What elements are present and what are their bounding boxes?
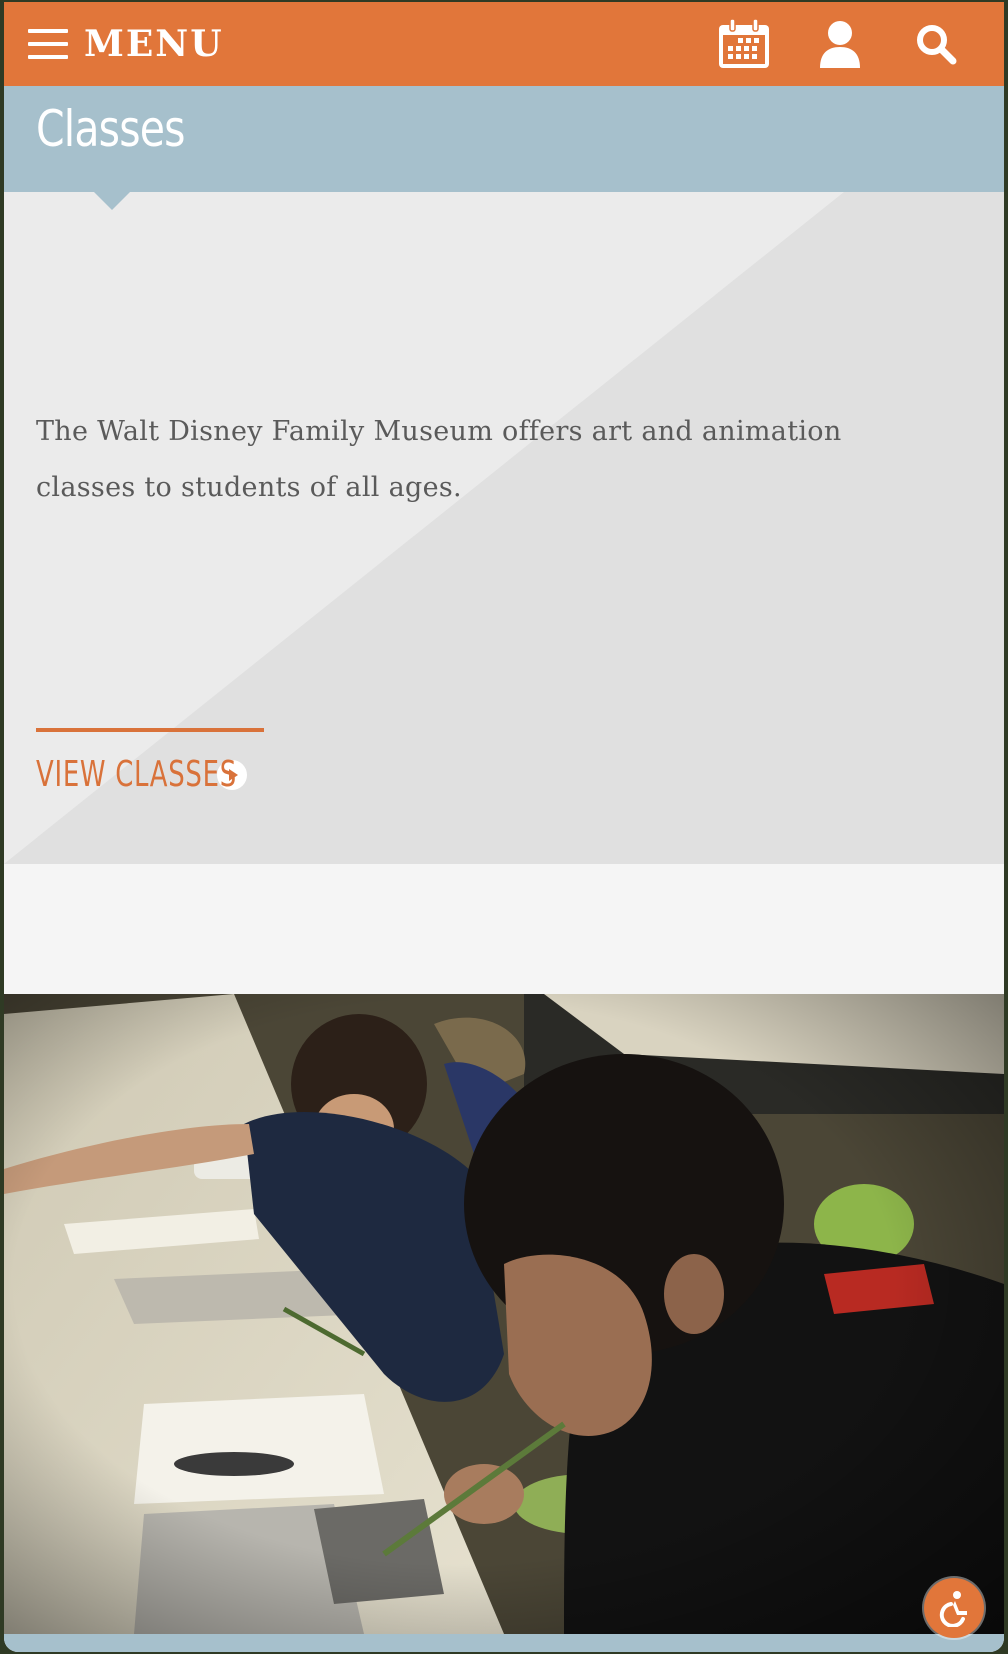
page-title: Classes <box>36 100 186 158</box>
search-icon <box>917 25 957 65</box>
accessibility-button[interactable] <box>924 1578 984 1638</box>
view-classes-label: VIEW CLASSES <box>36 754 237 795</box>
user-icon <box>820 21 860 68</box>
hamburger-icon <box>28 29 68 59</box>
accessibility-icon <box>939 1591 967 1627</box>
classes-photo <box>4 994 1004 1634</box>
menu-label: MENU <box>84 23 224 65</box>
intro-description: The Walt Disney Family Museum offers art… <box>36 416 842 503</box>
account-button[interactable] <box>812 16 868 72</box>
children-painting-image <box>4 994 1004 1634</box>
page-frame: MENU Classes The Walt Disney Family Muse… <box>4 2 1004 1652</box>
search-button[interactable] <box>908 16 964 72</box>
menu-button[interactable]: MENU <box>28 20 224 68</box>
calendar-icon <box>719 19 769 68</box>
section-spacer <box>4 864 1004 994</box>
page-title-band: Classes <box>4 86 1004 192</box>
intro-panel: The Walt Disney Family Museum offers art… <box>4 192 1004 864</box>
bottom-strip <box>4 1634 1004 1652</box>
top-navigation-bar: MENU <box>4 2 1004 86</box>
title-pointer <box>94 192 130 210</box>
calendar-button[interactable] <box>716 16 772 72</box>
view-classes-link[interactable]: VIEW CLASSES <box>36 728 264 795</box>
